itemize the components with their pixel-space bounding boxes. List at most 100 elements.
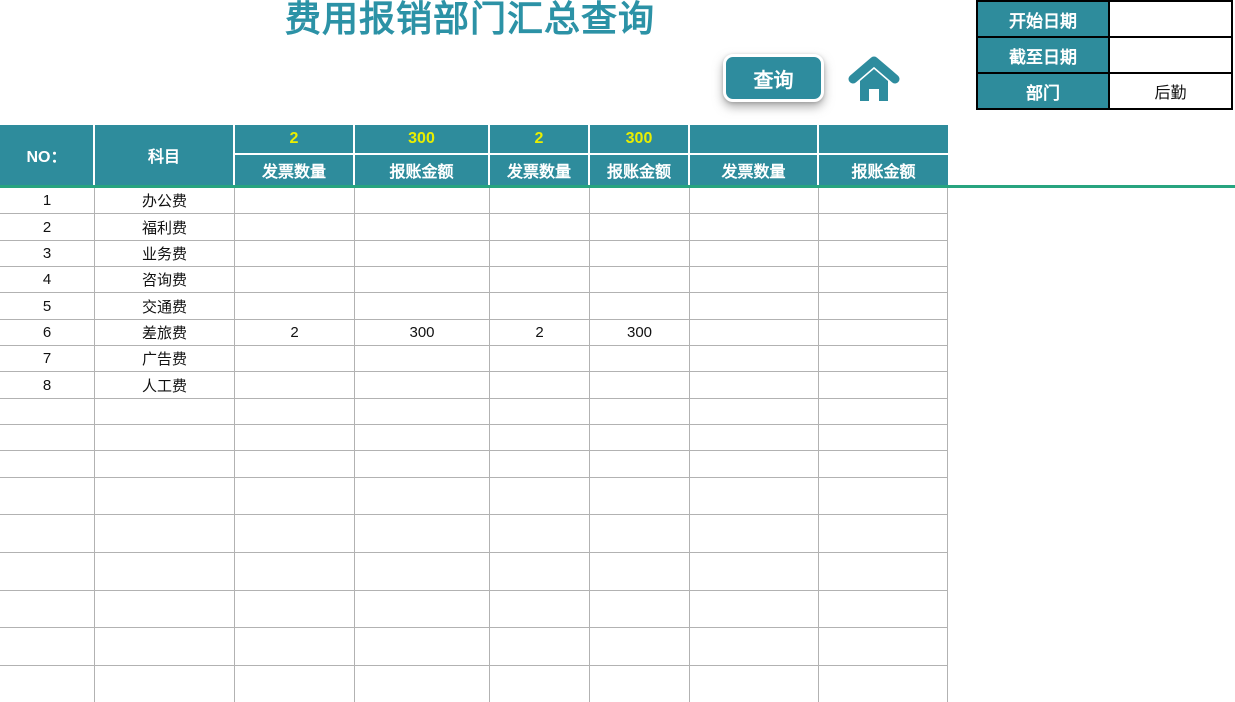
cell-value bbox=[590, 665, 690, 702]
cell-value bbox=[490, 188, 590, 215]
table-row bbox=[0, 477, 948, 516]
cell-no bbox=[0, 425, 95, 452]
cell-value bbox=[819, 515, 948, 554]
cell-value bbox=[690, 372, 819, 399]
cell-value bbox=[355, 240, 490, 268]
department-label: 部门 bbox=[976, 72, 1110, 110]
cell-subject bbox=[95, 398, 235, 426]
header-claim-amount: 报账金额 bbox=[590, 155, 690, 185]
cell-subject: 人工费 bbox=[95, 372, 235, 399]
cell-value bbox=[819, 553, 948, 591]
cell-subject: 办公费 bbox=[95, 188, 235, 215]
cell-value bbox=[590, 188, 690, 215]
cell-value bbox=[590, 590, 690, 629]
cell-value bbox=[590, 425, 690, 452]
header-invoice-count: 发票数量 bbox=[490, 155, 590, 185]
cell-subject bbox=[95, 665, 235, 702]
cell-no bbox=[0, 628, 95, 666]
home-icon[interactable] bbox=[848, 56, 900, 101]
cell-value bbox=[490, 398, 590, 426]
cell-subject bbox=[95, 451, 235, 478]
cell-value bbox=[490, 553, 590, 591]
table-row: 8 人工费 bbox=[0, 372, 948, 399]
cell-value bbox=[235, 590, 355, 629]
cell-value bbox=[355, 372, 490, 399]
cell-value bbox=[590, 477, 690, 516]
start-date-field[interactable] bbox=[1108, 0, 1233, 38]
cell-value: 300 bbox=[590, 319, 690, 347]
cell-no: 3 bbox=[0, 240, 95, 268]
cell-value bbox=[355, 451, 490, 478]
cell-value bbox=[819, 628, 948, 666]
cell-subject bbox=[95, 477, 235, 516]
cell-value bbox=[819, 372, 948, 399]
cell-value bbox=[355, 346, 490, 373]
cell-no bbox=[0, 451, 95, 478]
cell-value bbox=[690, 398, 819, 426]
header-invoice-count: 发票数量 bbox=[235, 155, 355, 185]
department-field[interactable]: 后勤 bbox=[1108, 72, 1233, 110]
cell-subject: 交通费 bbox=[95, 293, 235, 320]
header-group-value: 2 bbox=[490, 125, 590, 155]
cell-value bbox=[690, 346, 819, 373]
cell-value bbox=[355, 553, 490, 591]
cell-no: 6 bbox=[0, 319, 95, 347]
cell-subject bbox=[95, 425, 235, 452]
page-title: 费用报销部门汇总查询 bbox=[284, 0, 655, 39]
table-row bbox=[0, 665, 948, 702]
query-button-label: 查询 bbox=[753, 69, 794, 92]
table-row: 5 交通费 bbox=[0, 293, 948, 320]
cell-no: 1 bbox=[0, 188, 95, 215]
cell-subject: 广告费 bbox=[95, 346, 235, 373]
cell-subject: 咨询费 bbox=[95, 267, 235, 294]
cell-value bbox=[590, 293, 690, 320]
header-group-value bbox=[690, 125, 819, 155]
cell-value bbox=[819, 477, 948, 516]
query-button[interactable]: 查询 bbox=[723, 54, 824, 102]
table-row bbox=[0, 515, 948, 554]
cell-value bbox=[690, 214, 819, 241]
cell-value bbox=[355, 665, 490, 702]
cell-value bbox=[355, 477, 490, 516]
cell-value bbox=[355, 590, 490, 629]
spreadsheet-page: 费用报销部门汇总查询 查询 开始日期 截至日期 部门 后勤 NO： 科目 2 3… bbox=[0, 0, 1235, 702]
cell-value bbox=[819, 267, 948, 294]
cell-no: 8 bbox=[0, 372, 95, 399]
header-group-value: 300 bbox=[590, 125, 690, 155]
header-group-value: 2 bbox=[235, 125, 355, 155]
table-row: 2 福利费 bbox=[0, 214, 948, 241]
header-invoice-count: 发票数量 bbox=[690, 155, 819, 185]
table-header: NO： 科目 2 300 2 300 发票数量 报账金额 发票数量 报账金额 发… bbox=[0, 125, 948, 185]
cell-subject bbox=[95, 628, 235, 666]
cell-value bbox=[490, 267, 590, 294]
cell-value bbox=[819, 398, 948, 426]
cell-value bbox=[355, 398, 490, 426]
cell-value bbox=[355, 214, 490, 241]
cell-value bbox=[490, 214, 590, 241]
cell-value bbox=[490, 628, 590, 666]
cell-value bbox=[690, 267, 819, 294]
cell-value bbox=[690, 553, 819, 591]
cell-value bbox=[235, 267, 355, 294]
cell-no: 7 bbox=[0, 346, 95, 373]
table-row bbox=[0, 398, 948, 426]
cell-value bbox=[235, 628, 355, 666]
cell-value bbox=[235, 214, 355, 241]
cell-value: 2 bbox=[235, 319, 355, 347]
table-row bbox=[0, 425, 948, 452]
cell-value bbox=[490, 346, 590, 373]
header-no: NO： bbox=[0, 125, 95, 185]
table-row bbox=[0, 553, 948, 591]
end-date-field[interactable] bbox=[1108, 36, 1233, 74]
table-row: 4 咨询费 bbox=[0, 267, 948, 294]
cell-value bbox=[690, 188, 819, 215]
cell-value bbox=[819, 451, 948, 478]
cell-no: 5 bbox=[0, 293, 95, 320]
table-row bbox=[0, 628, 948, 666]
table-row: 1 办公费 bbox=[0, 188, 948, 215]
cell-value bbox=[590, 553, 690, 591]
cell-value bbox=[235, 451, 355, 478]
cell-value bbox=[235, 515, 355, 554]
cell-value bbox=[490, 590, 590, 629]
cell-value bbox=[235, 346, 355, 373]
